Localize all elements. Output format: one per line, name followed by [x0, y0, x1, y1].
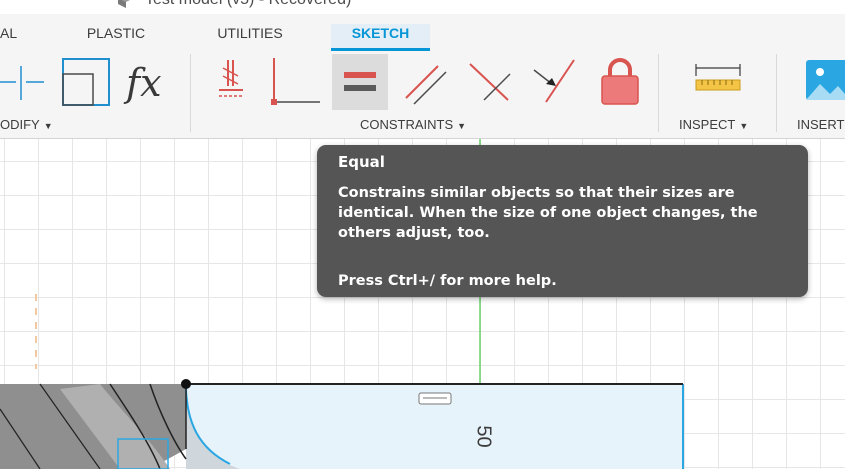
toolbar-divider: [190, 54, 191, 132]
tooltip-title: Equal: [338, 153, 385, 171]
perpendicular-icon: [271, 58, 320, 105]
trim-tool[interactable]: [0, 54, 50, 110]
tangent-icon: [533, 59, 575, 103]
parallel-icon: [405, 65, 447, 105]
equal-tooltip: Equal Constrains similar objects so that…: [317, 145, 808, 297]
insert-image-tool[interactable]: [800, 54, 845, 110]
fix-tool[interactable]: [208, 54, 254, 110]
toolbar: AL PLASTIC UTILITIES SKETCH fx ODIFY ▼ C…: [0, 14, 845, 139]
offset-tool[interactable]: [56, 54, 114, 110]
coincident-tool[interactable]: [462, 54, 518, 110]
constraints-dropdown-icon: ▼: [457, 121, 467, 131]
equal-icon: [344, 72, 376, 91]
tab-utilities[interactable]: UTILITIES: [206, 24, 294, 48]
insert-group-label[interactable]: INSERT: [797, 117, 844, 132]
coincident-icon: [469, 63, 511, 101]
svg-text:fx: fx: [123, 61, 162, 105]
tooltip-help-text: Press Ctrl+/ for more help.: [338, 273, 557, 289]
measure-icon: [695, 64, 741, 91]
equal-tool[interactable]: [332, 54, 388, 110]
trim-icon: [0, 66, 44, 100]
parameters-icon: fx: [123, 61, 162, 105]
tangent-tool[interactable]: [526, 54, 582, 110]
sketch-point[interactable]: [181, 379, 191, 389]
modify-dropdown-icon: ▼: [43, 121, 53, 131]
window-title: Test model (v5) - Recovered): [145, 0, 351, 9]
lock-tool[interactable]: [592, 54, 648, 110]
tab-plastic[interactable]: PLASTIC: [76, 24, 156, 48]
offset-icon: [62, 58, 110, 106]
lock-icon: [601, 58, 639, 105]
model-icon: [118, 0, 130, 8]
inspect-group-label[interactable]: INSPECT ▼: [679, 117, 748, 132]
tooltip-description: Constrains similar objects so that their…: [338, 185, 758, 241]
inspect-dropdown-icon: ▼: [739, 121, 749, 131]
fix-icon: [219, 60, 243, 97]
measure-tool[interactable]: [690, 54, 746, 110]
toolbar-divider: [776, 54, 777, 132]
title-bar: Test model (v5) - Recovered): [0, 0, 845, 14]
toolbar-divider: [658, 54, 659, 132]
modify-group-label[interactable]: ODIFY ▼: [0, 117, 53, 132]
dimension-label[interactable]: 50: [472, 425, 495, 447]
parallel-tool[interactable]: [398, 54, 454, 110]
tab-sketch[interactable]: SKETCH: [331, 24, 430, 51]
perpendicular-tool[interactable]: [262, 54, 324, 110]
insert-image-icon: [806, 60, 845, 100]
tab-surface[interactable]: AL: [0, 24, 26, 48]
constraints-group-label[interactable]: CONSTRAINTS ▼: [360, 117, 466, 132]
parameters-tool[interactable]: fx: [120, 54, 180, 110]
